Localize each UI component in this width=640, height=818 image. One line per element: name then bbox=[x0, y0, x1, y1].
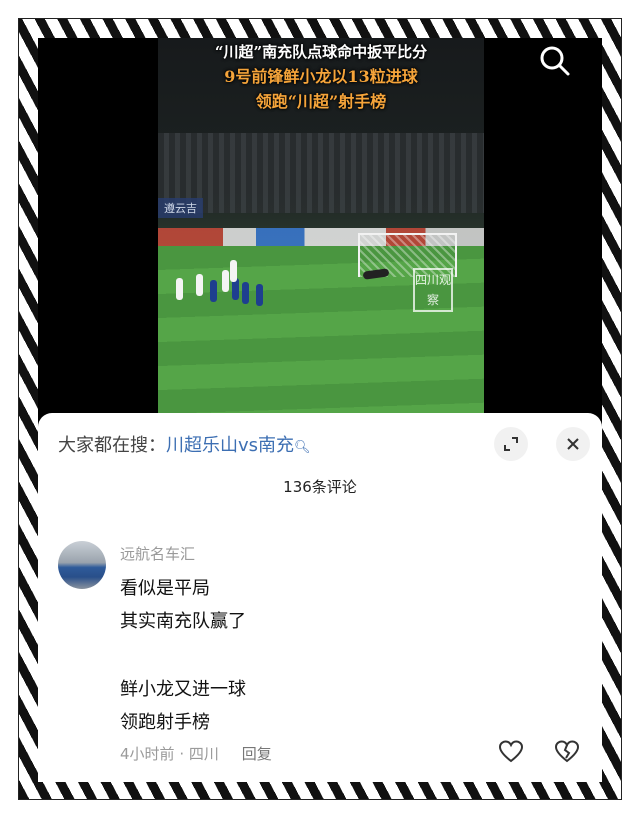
like-button[interactable] bbox=[498, 739, 524, 765]
player bbox=[230, 260, 237, 282]
comment-time: 4小时前 bbox=[120, 745, 175, 763]
headline-line-2: 9号前锋鲜小龙以13粒进球 bbox=[224, 67, 418, 86]
comments-count: 136条评论 bbox=[283, 478, 357, 496]
comment-sheet: 大家都在搜：川超乐山vs南充🔍︎ 136条评论 远航名车汇 看似是平局 其实南充… bbox=[38, 413, 602, 782]
avatar[interactable] bbox=[58, 541, 106, 589]
expand-icon bbox=[504, 437, 518, 451]
comment-line: 其实南充队赢了 bbox=[120, 611, 246, 632]
search-button[interactable] bbox=[538, 44, 572, 78]
close-button[interactable] bbox=[556, 427, 590, 461]
player bbox=[196, 274, 203, 296]
comment-author[interactable]: 远航名车汇 bbox=[120, 543, 195, 564]
comment-location: 四川 bbox=[188, 745, 219, 763]
reply-button[interactable]: 回复 bbox=[242, 745, 272, 763]
watermark-logo: 四川观察 bbox=[413, 268, 453, 312]
search-icon: 🔍︎ bbox=[294, 440, 311, 455]
comment-line: 看似是平局 bbox=[120, 578, 210, 599]
expand-button[interactable] bbox=[494, 427, 528, 461]
heart-icon bbox=[498, 740, 524, 763]
trending-prefix: 大家都在搜： bbox=[58, 435, 166, 456]
video-player[interactable]: 遵云吉 四川观察 “川超”南充队点球命中扳平比分 9号前锋鲜小龙以13粒进球 领… bbox=[38, 38, 602, 418]
search-icon bbox=[540, 46, 570, 76]
trending-keyword[interactable]: 川超乐山vs南充 bbox=[166, 435, 294, 456]
player bbox=[176, 278, 183, 300]
broken-heart-icon bbox=[554, 740, 580, 763]
stadium-stands bbox=[158, 133, 484, 213]
comment-line: 鲜小龙又进一球 bbox=[120, 679, 246, 700]
dislike-button[interactable] bbox=[554, 739, 580, 765]
player bbox=[222, 270, 229, 292]
sponsor-logo: 遵云吉 bbox=[158, 198, 203, 218]
comment-line: 领跑射手榜 bbox=[120, 712, 210, 733]
player bbox=[256, 284, 263, 306]
player bbox=[242, 282, 249, 304]
trending-search[interactable]: 大家都在搜：川超乐山vs南充🔍︎ bbox=[58, 431, 311, 457]
meta-separator: · bbox=[179, 745, 185, 763]
close-icon bbox=[567, 438, 579, 450]
headline-line-3: 领跑“川超”射手榜 bbox=[255, 92, 387, 111]
headline-line-1: “川超”南充队点球命中扳平比分 bbox=[214, 43, 428, 61]
video-frame: 遵云吉 四川观察 “川超”南充队点球命中扳平比分 9号前锋鲜小龙以13粒进球 领… bbox=[158, 38, 484, 418]
video-headline: “川超”南充队点球命中扳平比分 9号前锋鲜小龙以13粒进球 领跑“川超”射手榜 bbox=[158, 40, 484, 114]
player bbox=[210, 280, 217, 302]
comment-meta: 4小时前 · 四川 回复 bbox=[120, 743, 272, 764]
